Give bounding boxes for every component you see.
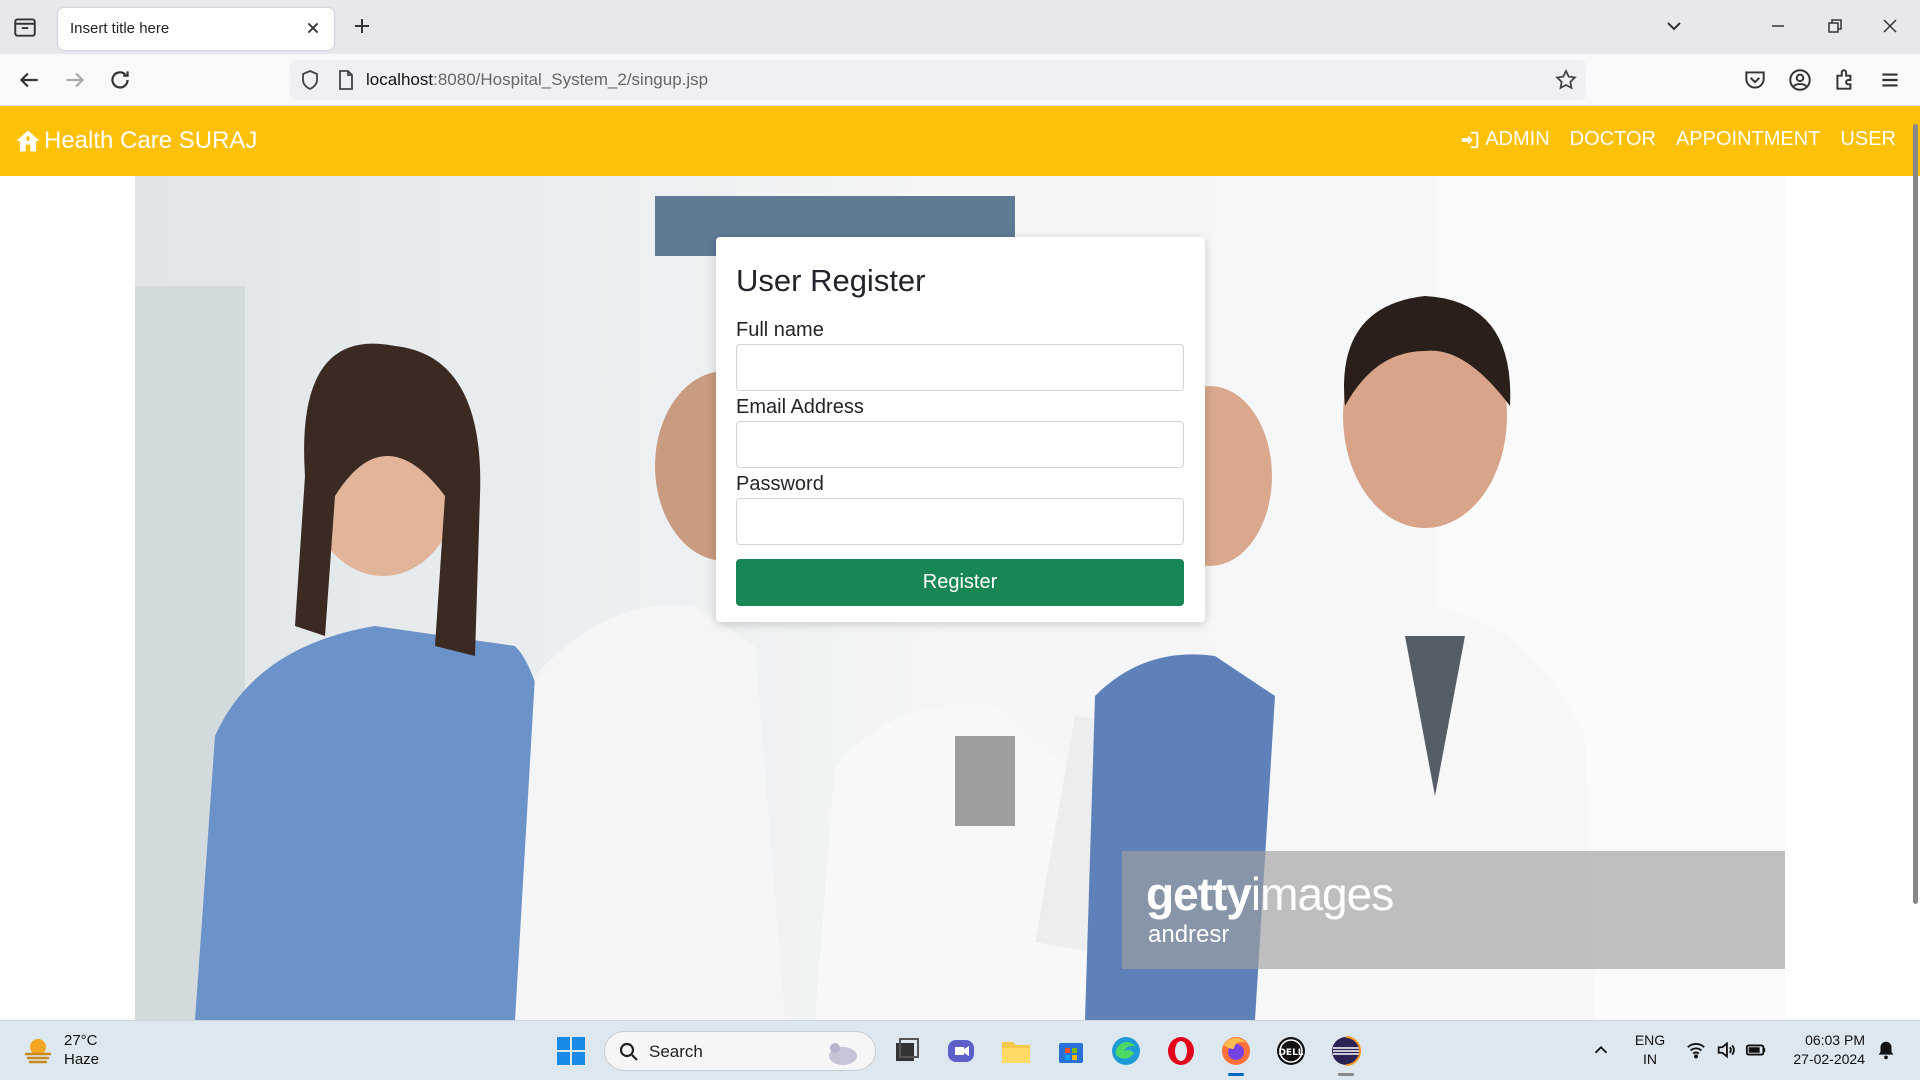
password-label: Password — [736, 473, 824, 495]
shield-icon[interactable] — [298, 68, 322, 92]
account-icon[interactable] — [1787, 67, 1813, 93]
haze-weather-icon — [24, 1039, 52, 1064]
nav-admin-label: ADMIN — [1485, 128, 1550, 150]
full-name-label: Full name — [736, 319, 824, 341]
weather-widget[interactable]: 27°C Haze — [22, 1031, 99, 1069]
nav-user-link[interactable]: USER — [1840, 128, 1896, 151]
chevron-up-icon[interactable] — [1590, 1039, 1612, 1061]
browser-tab-bar: Insert title here — [0, 0, 1920, 54]
watermark-credit: andresr — [1148, 921, 1230, 948]
watermark-logo: gettyimages — [1146, 867, 1394, 921]
url-text[interactable]: localhost:8080/Hospital_System_2/singup.… — [366, 70, 708, 90]
nav-appointment-link[interactable]: APPOINTMENT — [1676, 128, 1820, 151]
edge-browser-icon[interactable] — [1108, 1033, 1144, 1069]
email-label: Email Address — [736, 396, 864, 418]
site-navbar: Health Care SURAJ ADMIN DOCTOR APPOINTME… — [0, 106, 1920, 176]
watermark: gettyimages andresr — [1122, 851, 1785, 969]
nav-appointment-label: APPOINTMENT — [1675, 128, 1821, 150]
chevron-down-icon[interactable] — [1662, 14, 1686, 38]
active-app-indicator — [1228, 1073, 1244, 1076]
nav-admin-link[interactable]: ADMIN — [1459, 128, 1550, 151]
opera-icon[interactable] — [1163, 1033, 1199, 1069]
menu-icon[interactable] — [1877, 67, 1903, 93]
page-scrollbar[interactable] — [1913, 124, 1918, 904]
firefox-icon[interactable] — [1218, 1033, 1254, 1069]
close-tab-icon[interactable] — [302, 17, 324, 39]
bookmark-star-icon[interactable] — [1554, 68, 1578, 92]
extensions-icon[interactable] — [1832, 67, 1858, 93]
taskbar-search[interactable]: Search — [604, 1031, 876, 1071]
brand-name: Health Care SURAJ — [44, 127, 258, 154]
watermark-brand-bold: getty — [1146, 868, 1252, 920]
minimize-icon[interactable] — [1766, 14, 1790, 38]
close-window-icon[interactable] — [1878, 14, 1902, 38]
watermark-brand-light: images — [1250, 868, 1394, 920]
tab-title: Insert title here — [70, 20, 170, 37]
volume-icon[interactable] — [1715, 1039, 1737, 1061]
weather-condition: Haze — [64, 1051, 100, 1068]
language-indicator[interactable]: ENG IN — [1632, 1031, 1668, 1069]
search-label: Search — [649, 1042, 703, 1061]
back-icon[interactable] — [16, 67, 42, 93]
forward-icon[interactable] — [62, 67, 88, 93]
region-code: IN — [1643, 1051, 1657, 1067]
full-name-input[interactable] — [736, 344, 1184, 391]
browser-tab[interactable]: Insert title here — [58, 8, 334, 50]
dell-icon[interactable]: DELL — [1273, 1033, 1309, 1069]
notification-bell-icon[interactable] — [1875, 1039, 1897, 1061]
tab-list-icon[interactable] — [12, 14, 38, 40]
file-explorer-icon[interactable] — [998, 1033, 1034, 1069]
pocket-icon[interactable] — [1742, 67, 1768, 93]
running-app-indicator — [1338, 1073, 1354, 1076]
search-icon — [619, 1042, 638, 1061]
nav-doctor-link[interactable]: DOCTOR — [1570, 128, 1656, 151]
clock-date: 27-02-2024 — [1793, 1051, 1865, 1067]
site-nav-links: ADMIN DOCTOR APPOINTMENT USER — [1459, 128, 1896, 151]
nav-doctor-label: DOCTOR — [1569, 128, 1656, 150]
form-title: User Register — [736, 263, 926, 298]
new-tab-icon[interactable] — [350, 14, 374, 38]
clock-time: 06:03 PM — [1805, 1032, 1865, 1048]
nav-user-label: USER — [1840, 128, 1896, 150]
sign-in-icon — [1461, 131, 1479, 148]
page-info-icon[interactable] — [334, 68, 358, 92]
microsoft-store-icon[interactable] — [1053, 1033, 1089, 1069]
reload-icon[interactable] — [107, 67, 133, 93]
brand-link[interactable]: Health Care SURAJ — [14, 126, 257, 156]
system-clock[interactable]: 06:03 PM 27-02-2024 — [1785, 1031, 1865, 1069]
task-view-icon[interactable] — [888, 1033, 924, 1069]
restore-icon[interactable] — [1822, 14, 1846, 38]
address-bar[interactable]: localhost:8080/Hospital_System_2/singup.… — [290, 60, 1586, 100]
browser-nav-bar: localhost:8080/Hospital_System_2/singup.… — [0, 54, 1920, 106]
language-code: ENG — [1634, 1032, 1666, 1048]
register-card: User Register Full name Email Address Pa… — [716, 237, 1205, 622]
url-path: :8080/Hospital_System_2/singup.jsp — [433, 70, 709, 89]
url-host: localhost — [366, 70, 434, 89]
eclipse-icon[interactable] — [1328, 1033, 1364, 1069]
register-button[interactable]: Register — [736, 559, 1184, 606]
windows-start-icon[interactable] — [553, 1033, 589, 1069]
wifi-icon[interactable] — [1685, 1039, 1707, 1061]
search-highlight-icon — [829, 1043, 857, 1065]
web-page: Health Care SURAJ ADMIN DOCTOR APPOINTME… — [0, 106, 1920, 1020]
taskbar: 27°C Haze Search DELL ENG IN 06:03 PM 27… — [0, 1020, 1920, 1080]
temperature: 27°C — [64, 1032, 98, 1049]
svg-text:DELL: DELL — [1278, 1048, 1303, 1058]
teams-chat-icon[interactable] — [943, 1033, 979, 1069]
battery-icon[interactable] — [1745, 1039, 1767, 1061]
password-input[interactable] — [736, 498, 1184, 545]
email-input[interactable] — [736, 421, 1184, 468]
home-icon — [16, 130, 40, 152]
